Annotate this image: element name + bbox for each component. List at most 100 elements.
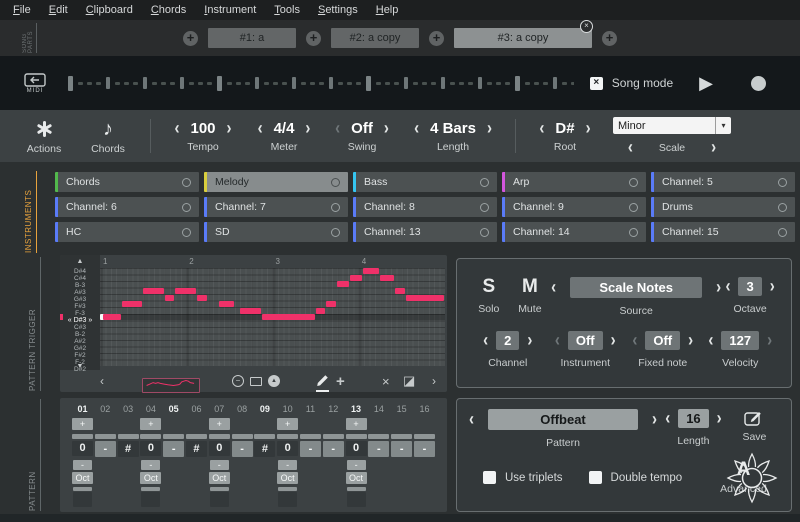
note-label[interactable]: F#3 <box>60 303 100 310</box>
step-value[interactable]: - <box>299 440 321 457</box>
step-accent-bar[interactable] <box>413 433 435 439</box>
step-note-up-button[interactable]: + <box>72 418 93 430</box>
instrument-tile-chords[interactable]: Chords <box>55 172 199 192</box>
fixed-note-value[interactable]: Off <box>645 331 681 350</box>
add-part-button[interactable]: + <box>183 30 198 46</box>
pattern-value[interactable]: Offbeat <box>488 409 638 430</box>
note-label[interactable]: « D#3 » <box>60 317 100 324</box>
fit-view-icon[interactable] <box>250 370 262 392</box>
step-value[interactable]: - <box>163 440 185 457</box>
step-value[interactable]: 0 <box>345 440 367 456</box>
menu-item-file[interactable]: File <box>4 2 40 18</box>
scroll-left-icon[interactable]: ‹ <box>100 370 104 392</box>
step-value[interactable]: - <box>322 440 344 457</box>
midi-note[interactable] <box>337 281 350 288</box>
root-decrease-icon[interactable]: ‹ <box>539 119 544 138</box>
double-tempo-toggle[interactable]: Double tempo <box>588 471 682 484</box>
midi-note[interactable] <box>100 314 121 321</box>
step-note-up-button[interactable]: + <box>208 418 230 430</box>
channel-increase-icon[interactable]: › <box>527 331 532 350</box>
step-octave-button[interactable]: Oct <box>208 472 230 484</box>
part-tab-2[interactable]: #2: a copy <box>331 28 419 48</box>
step-note-down-button[interactable]: - <box>141 460 161 470</box>
step-velocity-box[interactable] <box>73 492 92 507</box>
pattern-length-decrease-icon[interactable]: ‹ <box>665 409 670 428</box>
add-part-button[interactable]: + <box>602 30 617 46</box>
step-note-down-button[interactable]: - <box>278 460 298 470</box>
swing-increase-icon[interactable]: › <box>384 119 389 138</box>
instrument-previous-icon[interactable]: ‹ <box>555 331 560 350</box>
tempo-increase-icon[interactable]: › <box>227 119 232 138</box>
record-button[interactable] <box>751 75 766 91</box>
midi-note[interactable] <box>363 268 380 275</box>
step-value[interactable]: # <box>185 440 207 457</box>
note-label[interactable]: D#4 <box>60 268 100 275</box>
menu-item-tools[interactable]: Tools <box>265 2 309 18</box>
step-value[interactable]: - <box>231 440 253 457</box>
step-value[interactable]: - <box>368 440 390 457</box>
midi-note[interactable] <box>164 294 175 301</box>
mute-button[interactable]: M Mute <box>509 277 552 315</box>
step-accent-bar[interactable] <box>368 433 390 439</box>
instrument-next-icon[interactable]: › <box>611 331 616 350</box>
scroll-down-icon[interactable]: ▼ <box>60 363 100 370</box>
scroll-up-icon[interactable]: ▲ <box>60 258 100 265</box>
channel-value[interactable]: 2 <box>496 331 520 350</box>
source-previous-icon[interactable]: ‹ <box>551 278 556 297</box>
step-octave-button[interactable]: Oct <box>72 472 93 484</box>
pattern-minimap[interactable] <box>142 374 200 396</box>
step-note-up-button[interactable]: + <box>140 418 162 430</box>
step-accent-bar[interactable] <box>299 433 321 439</box>
step-accent-bar[interactable] <box>208 434 230 439</box>
note-label[interactable]: B-3 <box>60 282 100 289</box>
step-velocity-slider[interactable] <box>141 487 161 491</box>
octave-increase-icon[interactable]: › <box>770 277 775 296</box>
menu-item-edit[interactable]: Edit <box>40 2 77 18</box>
midi-note[interactable] <box>380 274 395 281</box>
step-value[interactable]: # <box>117 440 139 457</box>
step-note-down-button[interactable]: - <box>73 460 92 470</box>
instrument-tile-hc[interactable]: HC <box>55 222 199 242</box>
pattern-length-value[interactable]: 16 <box>678 409 709 428</box>
step-octave-button[interactable]: Oct <box>140 472 162 484</box>
meter-increase-icon[interactable]: › <box>305 119 310 138</box>
instrument-tile-channel-14[interactable]: Channel: 14 <box>502 222 646 242</box>
velocity-increase-icon[interactable]: › <box>767 331 772 350</box>
fixed-note-next-icon[interactable]: › <box>688 331 693 350</box>
step-velocity-box[interactable] <box>209 492 229 507</box>
velocity-decrease-icon[interactable]: ‹ <box>708 331 713 350</box>
pencil-tool-icon[interactable] <box>316 370 329 392</box>
step-accent-bar[interactable] <box>254 433 276 439</box>
midi-note[interactable] <box>395 288 406 294</box>
save-pattern-button[interactable]: Save <box>730 409 779 443</box>
step-accent-bar[interactable] <box>277 434 299 439</box>
use-triplets-checkbox[interactable] <box>483 471 496 484</box>
step-velocity-box[interactable] <box>278 492 298 507</box>
add-part-button[interactable]: + <box>429 30 444 46</box>
note-label[interactable]: G#3 <box>60 296 100 303</box>
step-velocity-slider[interactable] <box>278 487 298 491</box>
note-label[interactable]: F#2 <box>60 352 100 359</box>
channel-decrease-icon[interactable]: ‹ <box>483 331 488 350</box>
note-label[interactable]: C#3 <box>60 324 100 331</box>
song-mode-toggle[interactable]: × Song mode <box>589 76 673 90</box>
midi-note[interactable] <box>121 301 143 308</box>
step-note-up-button[interactable]: + <box>277 418 299 430</box>
jump-to-notes-icon[interactable]: ▲ <box>268 370 280 392</box>
menu-item-instrument[interactable]: Instrument <box>195 2 265 18</box>
step-octave-button[interactable]: Oct <box>345 472 367 484</box>
step-octave-button[interactable]: Oct <box>277 472 299 484</box>
note-label[interactable]: A#2 <box>60 338 100 345</box>
step-value[interactable]: # <box>254 440 276 457</box>
instrument-tile-channel-5[interactable]: Channel: 5 <box>651 172 795 192</box>
note-grid[interactable] <box>100 268 445 366</box>
instrument-tile-channel-7[interactable]: Channel: 7 <box>204 197 348 217</box>
step-accent-bar[interactable] <box>231 433 253 439</box>
menu-item-clipboard[interactable]: Clipboard <box>77 2 142 18</box>
scale-next-icon[interactable]: › <box>711 138 716 157</box>
step-velocity-box[interactable] <box>141 492 161 507</box>
step-accent-bar[interactable] <box>322 433 344 439</box>
source-value[interactable]: Scale Notes <box>570 277 703 298</box>
scale-previous-icon[interactable]: ‹ <box>628 138 633 157</box>
scale-dropdown[interactable]: Minor ▾ <box>613 117 731 134</box>
